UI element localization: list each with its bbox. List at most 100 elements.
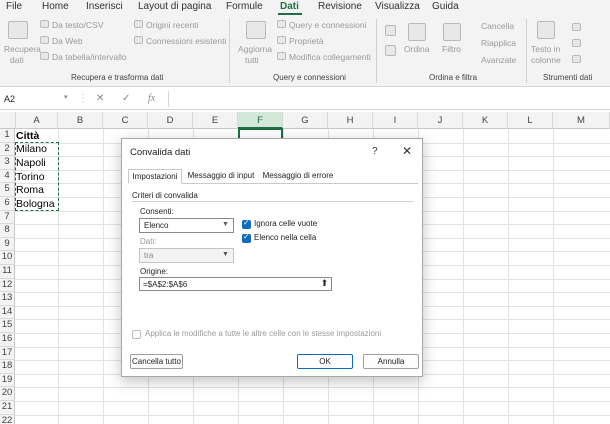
data-validation-icon[interactable]: [572, 55, 581, 63]
da-testo-button[interactable]: Da testo/CSV: [52, 20, 104, 30]
aggiorna-button[interactable]: Aggiorna: [238, 44, 272, 54]
tab-revisione[interactable]: Revisione: [318, 1, 362, 12]
column-header[interactable]: D: [148, 112, 193, 129]
tab-layout[interactable]: Layout di pagina: [138, 1, 211, 12]
applica-checkbox[interactable]: [132, 330, 141, 339]
select-all-corner[interactable]: [0, 112, 16, 129]
sort-za-icon[interactable]: [385, 45, 396, 56]
name-box[interactable]: A2: [2, 91, 72, 107]
cell-a1[interactable]: Città: [16, 130, 39, 142]
elenco-checkbox[interactable]: [242, 232, 251, 243]
row-header[interactable]: 12: [0, 278, 15, 293]
filter-icon: [443, 23, 461, 41]
grid-line: [553, 129, 554, 424]
column-header[interactable]: F: [238, 112, 283, 129]
proprieta-button[interactable]: Proprietà: [289, 36, 324, 46]
tab-messaggio-input[interactable]: Messaggio di input: [186, 169, 256, 184]
row-header[interactable]: 17: [0, 346, 15, 361]
row-header[interactable]: 16: [0, 333, 15, 347]
elenco-label: Elenco nella cella: [254, 233, 317, 242]
insert-function-icon[interactable]: fx: [148, 93, 155, 104]
tab-impostazioni[interactable]: Impostazioni: [128, 169, 182, 184]
row-header[interactable]: 5: [0, 183, 15, 197]
tab-inserisci[interactable]: Inserisci: [86, 1, 123, 12]
cell-a6[interactable]: Bologna: [16, 198, 55, 210]
column-header[interactable]: C: [103, 112, 148, 129]
row-header[interactable]: 13: [0, 292, 15, 306]
ribbon-separator: [229, 19, 230, 83]
web-icon: [40, 36, 49, 44]
row-header[interactable]: 6: [0, 197, 15, 211]
enter-formula-icon[interactable]: ✓: [122, 93, 130, 104]
avanzate-button[interactable]: Avanzate: [481, 55, 516, 65]
tab-formule[interactable]: Formule: [226, 1, 263, 12]
origine-input[interactable]: =$A$2:$A$6: [139, 277, 332, 291]
query-connessioni-button[interactable]: Query e connessioni: [289, 20, 367, 30]
consenti-select[interactable]: Elenco ▼: [139, 218, 234, 233]
close-icon[interactable]: ✕: [402, 144, 412, 158]
remove-duplicates-icon[interactable]: [572, 39, 581, 47]
column-header[interactable]: A: [16, 112, 58, 129]
tab-messaggio-errore[interactable]: Messaggio di errore: [260, 169, 336, 184]
riapplica-button[interactable]: Riapplica: [481, 38, 516, 48]
tab-home[interactable]: Home: [42, 1, 69, 12]
sort-az-icon[interactable]: [385, 25, 396, 36]
da-web-button[interactable]: Da Web: [52, 36, 83, 46]
row-header[interactable]: 20: [0, 387, 15, 401]
testo-in-colonne-button[interactable]: Testo in: [531, 44, 560, 54]
tab-guida[interactable]: Guida: [432, 1, 459, 12]
origini-recenti-button[interactable]: Origini recenti: [146, 20, 198, 30]
tab-visualizza[interactable]: Visualizza: [375, 1, 420, 12]
row-header[interactable]: 22: [0, 414, 15, 424]
column-header[interactable]: K: [463, 112, 508, 129]
column-header[interactable]: E: [193, 112, 238, 129]
filtro-button[interactable]: Filtro: [442, 44, 461, 54]
connessioni-button[interactable]: Connessioni esistenti: [146, 36, 226, 46]
row-header[interactable]: 18: [0, 360, 15, 374]
tab-file[interactable]: File: [6, 1, 22, 12]
da-tabella-button[interactable]: Da tabella/intervallo: [52, 52, 127, 62]
row-header[interactable]: 9: [0, 237, 15, 252]
ignora-checkbox[interactable]: [242, 218, 251, 229]
section-divider: [132, 201, 414, 202]
cell-a5[interactable]: Roma: [16, 184, 44, 196]
cancella-button[interactable]: Cancella: [481, 21, 514, 31]
modifica-collegamenti-button[interactable]: Modifica collegamenti: [289, 52, 371, 62]
cell-a2[interactable]: Milano: [16, 143, 47, 155]
row-header[interactable]: 8: [0, 224, 15, 238]
cancel-formula-icon[interactable]: ✕: [96, 93, 104, 104]
dialog-tabs: Impostazioni Messaggio di input Messaggi…: [128, 169, 418, 184]
ordina-button[interactable]: Ordina: [404, 44, 430, 54]
row-header[interactable]: 4: [0, 169, 15, 184]
row-header[interactable]: 15: [0, 319, 15, 333]
cell-a4[interactable]: Torino: [16, 171, 45, 183]
cancella-tutto-button[interactable]: Cancella tutto: [130, 354, 183, 369]
row-header[interactable]: 2: [0, 142, 15, 157]
row-header[interactable]: 1: [0, 129, 15, 143]
cell-a3[interactable]: Napoli: [16, 157, 46, 169]
collapse-dialog-icon[interactable]: ⬆: [319, 278, 330, 289]
column-header[interactable]: H: [328, 112, 373, 129]
column-header[interactable]: J: [418, 112, 463, 129]
database-icon: [8, 21, 28, 39]
row-header[interactable]: 3: [0, 156, 15, 170]
column-header[interactable]: I: [373, 112, 418, 129]
tab-dati[interactable]: Dati: [280, 1, 299, 12]
name-box-dropdown-icon[interactable]: ▾: [64, 93, 68, 101]
row-header[interactable]: 10: [0, 251, 15, 265]
row-header[interactable]: 11: [0, 265, 15, 279]
formula-divider: [168, 91, 169, 107]
row-header[interactable]: 19: [0, 373, 15, 388]
row-header[interactable]: 7: [0, 210, 15, 225]
ok-button[interactable]: OK: [297, 354, 353, 369]
annulla-button[interactable]: Annulla: [363, 354, 419, 369]
row-header[interactable]: 21: [0, 401, 15, 415]
flash-fill-icon[interactable]: [572, 23, 581, 31]
column-header[interactable]: B: [58, 112, 103, 129]
recupera-dati-button[interactable]: Recupera: [4, 44, 41, 54]
column-header[interactable]: M: [553, 112, 610, 129]
row-header[interactable]: 14: [0, 305, 15, 320]
column-header[interactable]: G: [283, 112, 328, 129]
column-header[interactable]: L: [508, 112, 553, 129]
help-icon[interactable]: ?: [372, 146, 378, 157]
